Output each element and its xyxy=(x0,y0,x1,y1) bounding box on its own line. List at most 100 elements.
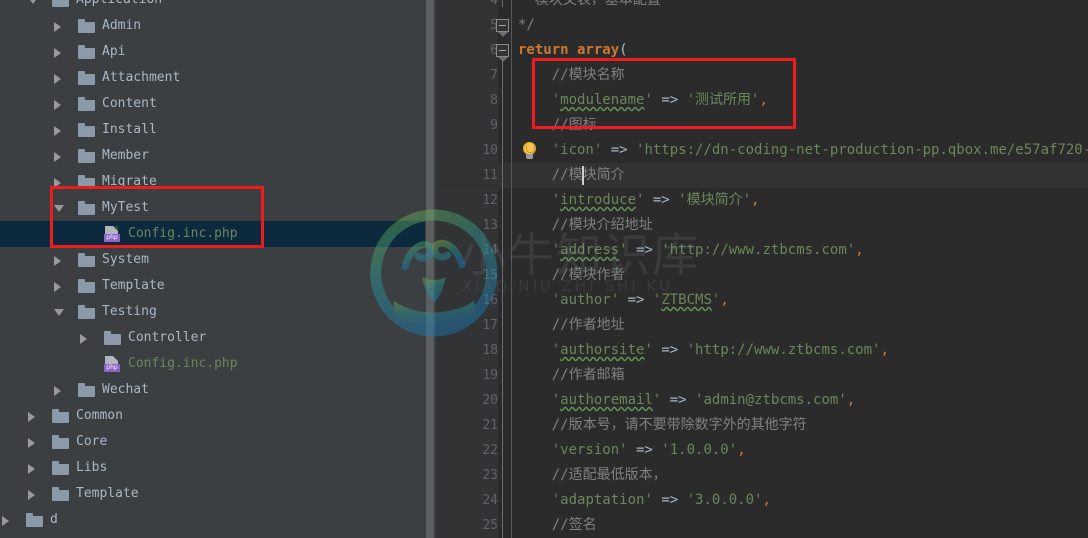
chevron-down-icon[interactable] xyxy=(28,0,38,4)
code-line[interactable]: //作者地址 xyxy=(518,313,625,338)
tree-folder-item[interactable]: Install xyxy=(0,117,425,143)
code-token: authorsite xyxy=(560,342,645,358)
chevron-right-icon[interactable] xyxy=(28,490,35,500)
code-fold-toggle[interactable] xyxy=(496,44,509,57)
tree-item-label: Testing xyxy=(102,304,157,319)
code-editor[interactable]: 4 5 6 7 8 9 10 11 12 13 14 15 16 17 18 19 20 21 22 23 24 25 *… xyxy=(436,0,1088,538)
code-line[interactable]: 'introduce' => '模块简介', xyxy=(518,188,760,213)
tree-file-item[interactable]: php Config.inc.php xyxy=(0,221,425,247)
tree-item-label: Attachment xyxy=(102,70,181,85)
code-line[interactable]: //版本号，请不要带除数字外的其他字符 xyxy=(518,413,807,438)
chevron-down-icon[interactable] xyxy=(54,309,64,316)
code-token: 1.0.0.0 xyxy=(669,442,729,458)
line-number: 4 xyxy=(490,0,498,8)
tree-scrollbar-thumb[interactable] xyxy=(426,0,434,538)
tree-file-item[interactable]: php Config.inc.php xyxy=(0,351,425,377)
folder-icon xyxy=(78,123,95,137)
code-line[interactable]: 'authoremail' => 'admin@ztbcms.com', xyxy=(518,388,855,413)
code-token: ' xyxy=(661,442,670,458)
tree-folder-item[interactable]: MyTest xyxy=(0,195,425,221)
text-caret xyxy=(582,166,584,185)
code-token: //作者地址 xyxy=(518,317,625,333)
code-line[interactable]: //模块介绍地址 xyxy=(518,213,653,238)
folder-icon xyxy=(78,71,95,85)
tree-item-label: d xyxy=(50,512,58,527)
code-token: ' xyxy=(518,242,561,258)
tree-folder-item[interactable]: System xyxy=(0,247,425,273)
chevron-right-icon[interactable] xyxy=(54,282,61,292)
tree-item-label: MyTest xyxy=(102,200,149,215)
tree-folder-item[interactable]: Core xyxy=(0,429,425,455)
code-token: , xyxy=(737,442,746,458)
folder-icon xyxy=(104,331,121,345)
chevron-right-icon[interactable] xyxy=(54,100,61,110)
code-token: => xyxy=(602,142,637,158)
code-line[interactable]: 'author' => 'ZTBCMS', xyxy=(518,288,729,313)
folder-icon xyxy=(78,19,95,33)
tree-folder-item[interactable]: Template xyxy=(0,273,425,299)
folder-icon xyxy=(78,97,95,111)
code-line[interactable]: 'adaptation' => '3.0.0.0', xyxy=(518,488,771,513)
chevron-right-icon[interactable] xyxy=(54,386,61,396)
lightbulb-icon[interactable] xyxy=(521,142,539,160)
chevron-right-icon[interactable] xyxy=(80,334,87,344)
tree-folder-item[interactable]: Testing xyxy=(0,299,425,325)
code-token: //版本号，请不要带除数字外的其他字符 xyxy=(518,417,807,433)
code-line[interactable]: //签名 xyxy=(518,513,597,538)
chevron-right-icon[interactable] xyxy=(54,48,61,58)
code-line[interactable]: */ xyxy=(518,13,535,38)
chevron-right-icon[interactable] xyxy=(54,74,61,84)
code-fold-toggle[interactable] xyxy=(496,19,509,32)
code-line[interactable]: 'modulename' => '测试所用', xyxy=(518,88,768,113)
code-line[interactable]: return array( xyxy=(518,38,628,63)
code-token: ' xyxy=(518,192,561,208)
tree-item-label: Migrate xyxy=(102,174,157,189)
code-token: ' xyxy=(644,492,653,508)
tree-folder-item[interactable]: Template xyxy=(0,481,425,507)
tree-folder-item[interactable]: Migrate xyxy=(0,169,425,195)
tree-folder-item[interactable]: Admin xyxy=(0,13,425,39)
ide-window: Application Admin Api Attachment Content Inst… xyxy=(0,0,1088,538)
chevron-right-icon[interactable] xyxy=(54,178,61,188)
code-line[interactable]: 'icon' => 'https://dn-coding-net-product… xyxy=(518,138,1088,163)
code-token: , xyxy=(855,242,864,258)
chevron-down-icon[interactable] xyxy=(54,205,64,212)
code-line[interactable]: * 模块文表，基本配置 xyxy=(518,0,661,13)
tree-folder-item[interactable]: Application xyxy=(0,0,425,13)
chevron-right-icon[interactable] xyxy=(2,516,9,526)
chevron-right-icon[interactable] xyxy=(54,22,61,32)
fold-connector xyxy=(502,0,503,7)
chevron-right-icon[interactable] xyxy=(54,126,61,136)
tree-folder-item[interactable]: Api xyxy=(0,39,425,65)
tree-folder-item[interactable]: Content xyxy=(0,91,425,117)
tree-item-label: Content xyxy=(102,96,157,111)
code-line[interactable]: //图标 xyxy=(518,113,597,138)
code-token: , xyxy=(720,292,729,308)
tree-folder-item[interactable]: Member xyxy=(0,143,425,169)
code-line[interactable]: //模块简介 xyxy=(518,163,625,188)
tree-folder-item[interactable]: Attachment xyxy=(0,65,425,91)
code-line[interactable]: 'authorsite' => 'http://www.ztbcms.com', xyxy=(518,338,889,363)
project-tree-panel[interactable]: Application Admin Api Attachment Content Inst… xyxy=(0,0,425,538)
code-line[interactable]: //模块作者 xyxy=(518,263,625,288)
line-number: 5 xyxy=(490,18,498,33)
code-line[interactable]: //适配最低版本， xyxy=(518,463,667,488)
tree-folder-item[interactable]: Libs xyxy=(0,455,425,481)
code-line[interactable]: //作者邮箱 xyxy=(518,363,625,388)
chevron-right-icon[interactable] xyxy=(28,438,35,448)
code-line[interactable]: 'version' => '1.0.0.0', xyxy=(518,438,746,463)
editor-gutter[interactable]: 4 5 6 7 8 9 10 11 12 13 14 15 16 17 18 19 20 21 22 23 24 25 xyxy=(436,0,512,538)
chevron-right-icon[interactable] xyxy=(28,464,35,474)
chevron-right-icon[interactable] xyxy=(54,152,61,162)
code-token: ' xyxy=(518,342,561,358)
tree-folder-item[interactable]: Common xyxy=(0,403,425,429)
folder-icon xyxy=(52,487,69,501)
code-line[interactable]: //模块名称 xyxy=(518,63,625,88)
chevron-right-icon[interactable] xyxy=(54,256,61,266)
tree-folder-item[interactable]: d xyxy=(0,507,425,533)
tree-item-label: System xyxy=(102,252,149,267)
tree-folder-item[interactable]: Controller xyxy=(0,325,425,351)
chevron-right-icon[interactable] xyxy=(28,412,35,422)
code-line[interactable]: 'address' => 'http://www.ztbcms.com', xyxy=(518,238,864,263)
tree-folder-item[interactable]: Wechat xyxy=(0,377,425,403)
